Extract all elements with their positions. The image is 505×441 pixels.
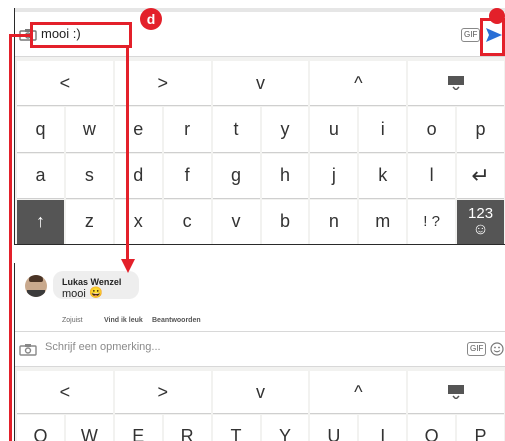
key-label: > [157, 72, 168, 93]
key-u[interactable]: u [310, 107, 358, 152]
emoji-icon: ☺ [472, 220, 489, 238]
comment-input-bar: Schrijf een opmerking... GIF [15, 331, 505, 367]
annotation-badge-partial [489, 8, 505, 24]
annotation-arrow-line [126, 48, 129, 262]
keyboard-top: < > v ^ q w e r t y u i o p a s d f g h … [15, 61, 505, 244]
keyboard-panel-bottom: Lukas Wenzel mooi 😀 Zojuist Vind ik leuk… [14, 263, 505, 441]
key-f[interactable]: f [163, 153, 211, 198]
key-b[interactable]: b [261, 199, 309, 244]
key-t[interactable]: t [212, 107, 260, 152]
key-down[interactable]: v [212, 371, 309, 413]
keyboard-hide-icon[interactable] [408, 371, 504, 413]
key-i[interactable]: i [359, 107, 407, 152]
gif-button[interactable]: GIF [467, 342, 487, 356]
key-down[interactable]: v [212, 61, 309, 106]
key-o[interactable]: O [408, 415, 456, 441]
key-a[interactable]: a [17, 153, 64, 198]
emoji-icon[interactable] [490, 342, 504, 356]
avatar [25, 275, 47, 297]
key-c[interactable]: c [163, 199, 211, 244]
reply-link[interactable]: Beantwoorden [152, 317, 201, 324]
key-label: > [157, 381, 168, 402]
keyboard-bottom: < > v ^ Q W E R T Y U I O P [15, 371, 505, 441]
key-r[interactable]: r [163, 107, 211, 152]
key-s[interactable]: s [65, 153, 113, 198]
key-z[interactable]: z [65, 199, 113, 244]
key-n[interactable]: n [310, 199, 358, 244]
enter-key[interactable]: ↵ [457, 153, 504, 198]
key-d[interactable]: d [114, 153, 162, 198]
key-label: v [255, 72, 265, 93]
key-j[interactable]: j [310, 153, 358, 198]
key-p[interactable]: p [457, 107, 504, 152]
annotation-highlight-send [480, 18, 505, 56]
camera-icon[interactable] [19, 343, 37, 356]
key-label: ^ [354, 72, 363, 93]
key-g[interactable]: g [212, 153, 260, 198]
gif-button[interactable]: GIF [461, 28, 481, 42]
key-r[interactable]: R [163, 415, 211, 441]
like-link[interactable]: Vind ik leuk [104, 317, 143, 324]
emoji-icon: 😀 [89, 287, 103, 299]
comment-text: mooi [62, 288, 86, 300]
symbols-label: 123 [468, 204, 494, 222]
key-e[interactable]: E [114, 415, 162, 441]
symbols-emoji-key[interactable]: 123 ☺ [457, 199, 504, 244]
key-label: < [59, 381, 71, 402]
annotation-badge: d [140, 8, 162, 30]
key-e[interactable]: e [114, 107, 162, 152]
key-right[interactable]: > [114, 61, 211, 106]
key-left[interactable]: < [17, 61, 113, 106]
annotation-arrowhead [121, 259, 135, 273]
key-i[interactable]: I [359, 415, 407, 441]
punctuation-key[interactable]: ! ? [408, 199, 456, 244]
key-w[interactable]: w [65, 107, 113, 152]
key-q[interactable]: Q [17, 415, 64, 441]
key-label: v [255, 381, 265, 402]
key-q[interactable]: q [17, 107, 64, 152]
shift-key[interactable]: ↑ [17, 199, 64, 244]
comment-time: Zojuist [62, 317, 83, 324]
key-x[interactable]: x [114, 199, 162, 244]
key-y[interactable]: y [261, 107, 309, 152]
annotation-highlight-input [30, 22, 132, 48]
key-up[interactable]: ^ [310, 61, 407, 106]
keyboard-hide-icon[interactable] [408, 61, 504, 106]
comment-input[interactable]: Schrijf een opmerking... [45, 341, 161, 353]
key-y[interactable]: Y [261, 415, 309, 441]
annotation-line-left-top [9, 34, 31, 37]
key-o[interactable]: o [408, 107, 456, 152]
key-label: < [59, 72, 71, 93]
key-k[interactable]: k [359, 153, 407, 198]
key-right[interactable]: > [114, 371, 211, 413]
key-w[interactable]: W [65, 415, 113, 441]
key-v[interactable]: v [212, 199, 260, 244]
key-left[interactable]: < [17, 371, 113, 413]
key-up[interactable]: ^ [310, 371, 407, 413]
comment-area: Lukas Wenzel mooi 😀 Zojuist Vind ik leuk… [15, 263, 505, 331]
key-l[interactable]: l [408, 153, 456, 198]
key-h[interactable]: h [261, 153, 309, 198]
key-t[interactable]: T [212, 415, 260, 441]
key-label: ^ [354, 381, 363, 402]
key-u[interactable]: U [310, 415, 358, 441]
key-p[interactable]: P [457, 415, 504, 441]
annotation-line-left [9, 34, 12, 441]
key-m[interactable]: m [359, 199, 407, 244]
